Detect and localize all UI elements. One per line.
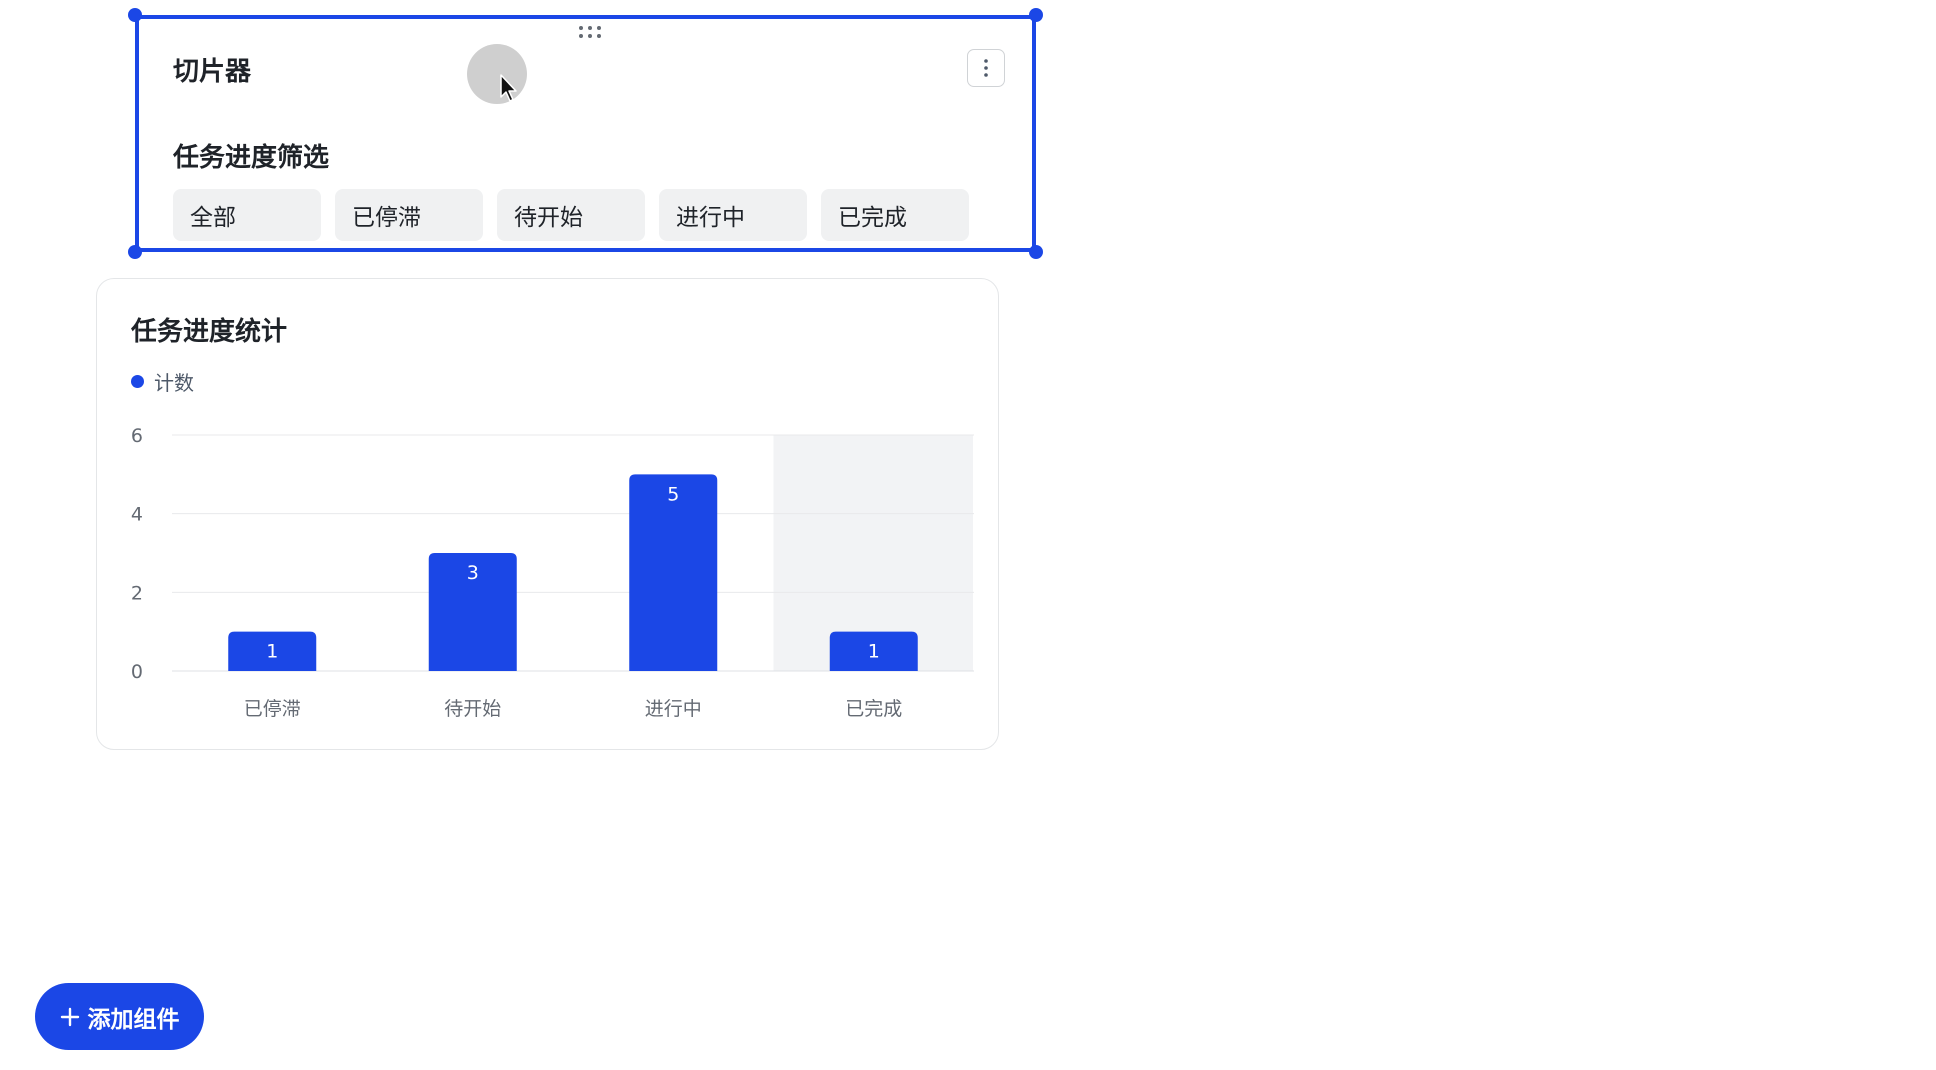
bar-value-label: 1 [868,641,880,663]
filter-option-stalled[interactable]: 已停滞 [335,189,483,241]
filter-title: 任务进度筛选 [173,143,330,173]
bar-value-label: 5 [667,483,679,505]
resize-handle-top-left[interactable] [128,8,142,22]
more-options-button[interactable] [967,49,1005,87]
filter-option-completed[interactable]: 已完成 [821,189,969,241]
x-tick-label: 待开始 [444,698,501,720]
more-vertical-icon [984,59,988,77]
y-tick-label: 0 [131,661,143,683]
x-tick-label: 进行中 [645,698,702,720]
bar-chart: 0 2 4 6 1 已停滞 3 待开始 5 进行中 1 已完成 [131,425,974,720]
x-tick-label: 已完成 [845,698,902,720]
filter-options: 全部 已停滞 待开始 进行中 已完成 [173,189,969,241]
y-tick-label: 6 [131,425,143,447]
add-component-button[interactable]: 添加组件 [35,983,204,1050]
plus-icon [60,1007,79,1026]
y-tick-label: 4 [131,504,143,526]
x-tick-label: 已停滞 [244,698,301,720]
chart-card[interactable]: 任务进度统计 计数 0 2 4 6 1 已停滞 3 待开始 5 进行中 1 已完成 [96,278,999,750]
filter-option-all[interactable]: 全部 [173,189,321,241]
bar-value-label: 1 [266,641,278,663]
y-tick-label: 2 [131,582,143,604]
slicer-card[interactable]: 切片器 任务进度筛选 全部 已停滞 待开始 进行中 已完成 [128,8,1043,259]
filter-option-pending[interactable]: 待开始 [497,189,645,241]
resize-handle-top-right[interactable] [1029,8,1043,22]
resize-handle-bottom-left[interactable] [128,245,142,259]
drag-handle-icon[interactable] [579,26,605,40]
slicer-title: 切片器 [173,57,252,87]
add-component-label: 添加组件 [87,1006,180,1033]
filter-option-in-progress[interactable]: 进行中 [659,189,807,241]
bar-value-label: 3 [467,562,479,584]
resize-handle-bottom-right[interactable] [1029,245,1043,259]
cursor-icon [500,74,517,102]
